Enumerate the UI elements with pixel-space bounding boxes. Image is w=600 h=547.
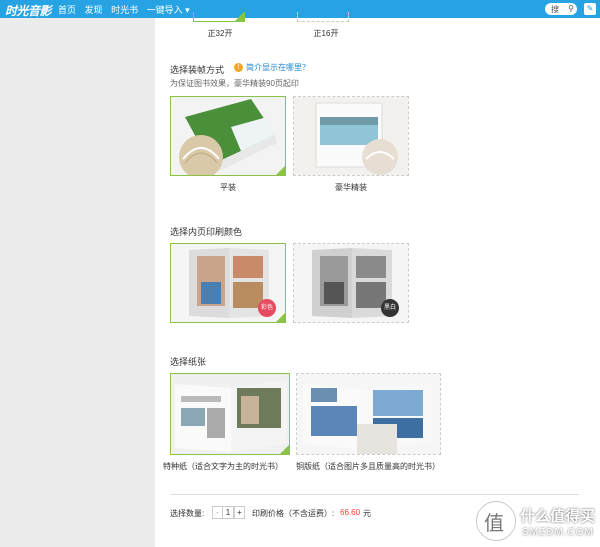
nav-import[interactable]: 一键导入 ▾ bbox=[147, 5, 190, 15]
binding-section-title: 选择装帧方式 bbox=[170, 65, 225, 75]
paper-option-coated[interactable] bbox=[296, 373, 441, 455]
binding-option-paperback[interactable] bbox=[170, 96, 286, 179]
size-option-16-label: 正16开 bbox=[313, 29, 339, 38]
selected-check-icon bbox=[280, 445, 289, 454]
special-paper-image bbox=[171, 374, 289, 454]
quantity-label: 选择数量: bbox=[170, 509, 205, 518]
site-logo[interactable]: 时光音影 bbox=[5, 2, 52, 19]
selected-check-icon bbox=[235, 12, 244, 21]
smzdm-watermark: 值 什么值得买 SMZDM.COM bbox=[470, 495, 600, 547]
binding-option-paperback-label: 平装 bbox=[220, 183, 236, 192]
paper-option-special[interactable] bbox=[170, 373, 290, 455]
price-value: 66.60 bbox=[340, 508, 361, 517]
size-option-32-label: 正32开 bbox=[207, 29, 233, 38]
color-section-title: 选择内页印刷颜色 bbox=[170, 227, 243, 237]
edit-icon[interactable]: ✎ bbox=[584, 3, 596, 15]
paperback-book-image bbox=[171, 97, 285, 179]
color-option-color[interactable]: 彩色 bbox=[170, 243, 286, 323]
nav-discover[interactable]: 发现 bbox=[85, 5, 103, 15]
coated-paper-image bbox=[297, 374, 440, 454]
quantity-increment-button[interactable]: + bbox=[234, 506, 245, 519]
search-input[interactable]: 搜 ⚲ bbox=[545, 3, 577, 15]
price-label: 印刷价格（不含运费）: bbox=[252, 509, 335, 518]
search-icon[interactable]: ⚲ bbox=[568, 4, 574, 13]
color-badge: 彩色 bbox=[258, 299, 276, 317]
paper-section-title: 选择纸张 bbox=[170, 357, 207, 367]
info-icon: ! bbox=[234, 63, 243, 73]
binding-help[interactable]: ! 简介显示在哪里？ bbox=[234, 62, 310, 73]
paper-option-special-label: 特种纸（适合文字为主的时光书） bbox=[163, 462, 283, 471]
binding-hint: 为保证图书效果，豪华精装90页起印 bbox=[170, 79, 299, 88]
selected-check-icon bbox=[276, 313, 285, 322]
quantity-input[interactable]: 1 bbox=[222, 506, 234, 519]
paper-option-coated-label: 铜版纸（适合图片多且质量高的时光书） bbox=[296, 462, 440, 471]
watermark-subtext: SMZDM.COM bbox=[522, 527, 594, 538]
selected-check-icon bbox=[276, 166, 285, 175]
watermark-glyph: 值 bbox=[484, 513, 504, 535]
binding-option-hardcover-label: 豪华精装 bbox=[335, 183, 367, 192]
book-options-panel: 正32开 正16开 选择装帧方式 ! 简介显示在哪里？ 为保证图书效果，豪华精装9… bbox=[155, 12, 600, 547]
hardcover-book-image bbox=[294, 97, 408, 175]
nav-timebook[interactable]: 时光书 bbox=[111, 5, 138, 15]
search-label: 搜 bbox=[551, 5, 559, 14]
price-currency: 元 bbox=[363, 509, 371, 518]
bw-badge: 黑白 bbox=[381, 299, 399, 317]
binding-option-hardcover[interactable] bbox=[293, 96, 409, 176]
binding-help-link[interactable]: 简介显示在哪里？ bbox=[246, 63, 310, 72]
main-nav: 首页 发现 时光书 一键导入 ▾ bbox=[58, 3, 196, 16]
size-option-16[interactable] bbox=[297, 12, 349, 22]
size-option-32[interactable] bbox=[193, 12, 245, 22]
color-option-bw[interactable]: 黑白 bbox=[293, 243, 409, 323]
nav-home[interactable]: 首页 bbox=[58, 5, 76, 15]
watermark-text: 什么值得买 bbox=[520, 508, 596, 525]
